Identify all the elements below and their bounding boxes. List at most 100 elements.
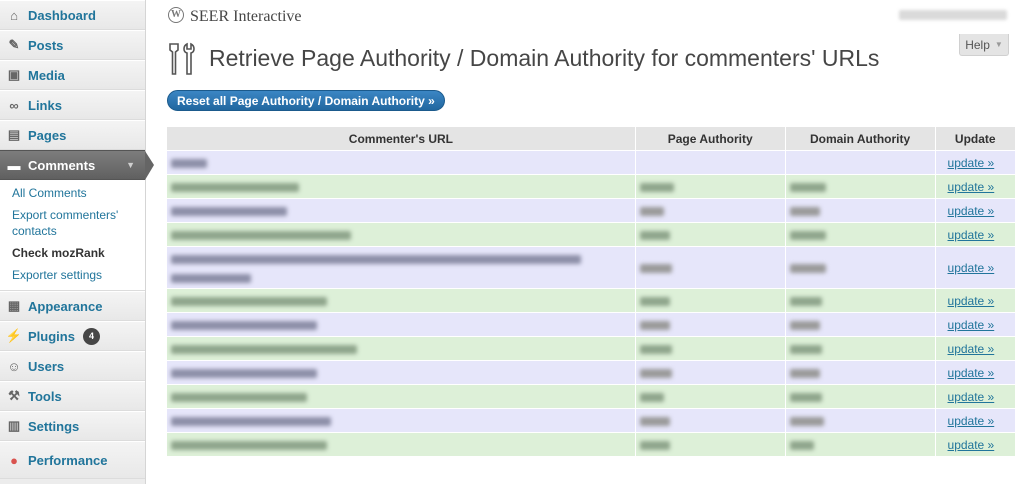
- user-greeting[interactable]: [899, 10, 1007, 20]
- sidebar-item-media[interactable]: ▣ Media: [0, 60, 145, 90]
- sidebar-item-dashboard[interactable]: ⌂ Dashboard: [0, 0, 145, 30]
- commenter-url-cell[interactable]: [167, 151, 635, 174]
- domain-authority-cell: [785, 433, 935, 456]
- redacted-value: [639, 368, 672, 378]
- page-authority-cell: [635, 289, 785, 312]
- redacted-url[interactable]: [171, 320, 317, 330]
- sidebar-item-appearance[interactable]: ▦ Appearance: [0, 291, 145, 321]
- domain-authority-cell: [785, 151, 935, 174]
- update-link[interactable]: update »: [948, 204, 995, 218]
- table-row: update »: [167, 313, 1015, 336]
- update-cell: update »: [935, 151, 1015, 174]
- table-row: update »: [167, 247, 1015, 288]
- commenter-url-cell[interactable]: [167, 433, 635, 456]
- commenter-url-cell[interactable]: [167, 313, 635, 336]
- update-link[interactable]: update »: [948, 261, 995, 275]
- sidebar-item-pages[interactable]: ▤ Pages: [0, 120, 145, 150]
- domain-authority-cell: [785, 361, 935, 384]
- appearance-icon: ▦: [7, 298, 21, 313]
- column-header-url: Commenter's URL: [167, 127, 635, 150]
- page-authority-cell: [635, 409, 785, 432]
- redacted-url[interactable]: [171, 344, 357, 354]
- sidebar-item-settings[interactable]: ▥ Settings: [0, 411, 145, 441]
- table-row: update »: [167, 175, 1015, 198]
- sidebar-item-plugins[interactable]: ⚡ Plugins 4: [0, 321, 145, 351]
- sidebar-item-label: Settings: [28, 418, 80, 434]
- commenter-url-cell[interactable]: [167, 223, 635, 246]
- redacted-value: [639, 344, 672, 354]
- commenter-url-cell[interactable]: [167, 361, 635, 384]
- site-name[interactable]: SEER Interactive: [168, 8, 302, 26]
- sidebar-item-comments[interactable]: ▬ Comments ▼: [0, 150, 154, 180]
- redacted-value: [639, 440, 670, 450]
- update-cell: update »: [935, 433, 1015, 456]
- table-header-row: Commenter's URL Page Authority Domain Au…: [167, 127, 1015, 150]
- submenu-item[interactable]: All Comments: [0, 182, 145, 204]
- redacted-url[interactable]: [171, 230, 351, 240]
- help-label: Help: [965, 37, 990, 52]
- redacted-url[interactable]: [171, 416, 331, 426]
- update-link[interactable]: update »: [948, 366, 995, 380]
- commenter-url-cell[interactable]: [167, 337, 635, 360]
- update-link[interactable]: update »: [948, 414, 995, 428]
- sidebar-item-tools[interactable]: ⚒ Tools: [0, 381, 145, 411]
- redacted-url[interactable]: [171, 296, 327, 306]
- commenter-url-cell[interactable]: [167, 409, 635, 432]
- update-link[interactable]: update »: [948, 180, 995, 194]
- update-link[interactable]: update »: [948, 390, 995, 404]
- submenu-item[interactable]: Exporter settings: [0, 264, 145, 286]
- update-link[interactable]: update »: [948, 438, 995, 452]
- update-cell: update »: [935, 361, 1015, 384]
- domain-authority-cell: [785, 175, 935, 198]
- update-link[interactable]: update »: [948, 318, 995, 332]
- column-header-domain-authority: Domain Authority: [785, 127, 935, 150]
- sidebar-item-label: Pages: [28, 127, 67, 143]
- performance-icon: ●: [10, 452, 18, 468]
- sidebar-item-label: Dashboard: [28, 7, 96, 23]
- reset-authority-button[interactable]: Reset all Page Authority / Domain Author…: [167, 90, 445, 111]
- commenter-url-cell[interactable]: [167, 289, 635, 312]
- redacted-url[interactable]: [171, 158, 207, 168]
- sidebar-item-label: Plugins: [28, 328, 75, 344]
- page-title: Retrieve Page Authority / Domain Authori…: [209, 45, 880, 71]
- submenu-item[interactable]: Check mozRank: [0, 242, 145, 264]
- redacted-url[interactable]: [171, 182, 299, 192]
- sidebar-item-label: Users: [28, 358, 65, 374]
- sidebar-item-posts[interactable]: ✎ Posts: [0, 30, 145, 60]
- sidebar-item-links[interactable]: ∞ Links: [0, 90, 145, 120]
- redacted-value: [639, 182, 674, 192]
- table-row: update »: [167, 433, 1015, 456]
- update-link[interactable]: update »: [948, 342, 995, 356]
- update-cell: update »: [935, 223, 1015, 246]
- comments-submenu: All Comments Export commenters' contacts C…: [0, 180, 145, 291]
- sidebar-item-performance[interactable]: ● Performance: [0, 441, 145, 479]
- redacted-url[interactable]: [171, 368, 317, 378]
- commenter-url-cell[interactable]: [167, 199, 635, 222]
- redacted-value: [789, 320, 820, 330]
- update-link[interactable]: update »: [948, 228, 995, 242]
- update-link[interactable]: update »: [948, 156, 995, 170]
- page-authority-cell: [635, 433, 785, 456]
- sidebar-item-users[interactable]: ☺ Users: [0, 351, 145, 381]
- redacted-url[interactable]: [171, 274, 251, 283]
- redacted-url[interactable]: [171, 206, 287, 216]
- redacted-value: [789, 263, 826, 273]
- commenter-url-cell[interactable]: [167, 247, 635, 288]
- submenu-item[interactable]: Export commenters' contacts: [0, 204, 145, 242]
- commenter-url-cell[interactable]: [167, 175, 635, 198]
- redacted-value: [639, 392, 664, 402]
- page-authority-cell: [635, 247, 785, 288]
- redacted-url[interactable]: [171, 392, 307, 402]
- redacted-url[interactable]: [171, 255, 581, 265]
- sidebar-item-label: Links: [28, 97, 62, 113]
- page-authority-cell: [635, 337, 785, 360]
- page-authority-cell: [635, 223, 785, 246]
- update-cell: update »: [935, 175, 1015, 198]
- update-link[interactable]: update »: [948, 294, 995, 308]
- redacted-value: [639, 416, 670, 426]
- commenter-url-cell[interactable]: [167, 385, 635, 408]
- redacted-url[interactable]: [171, 440, 327, 450]
- help-button[interactable]: Help ▼: [959, 34, 1009, 56]
- chevron-down-icon[interactable]: ▼: [126, 160, 135, 170]
- dashboard-icon: ⌂: [10, 7, 18, 23]
